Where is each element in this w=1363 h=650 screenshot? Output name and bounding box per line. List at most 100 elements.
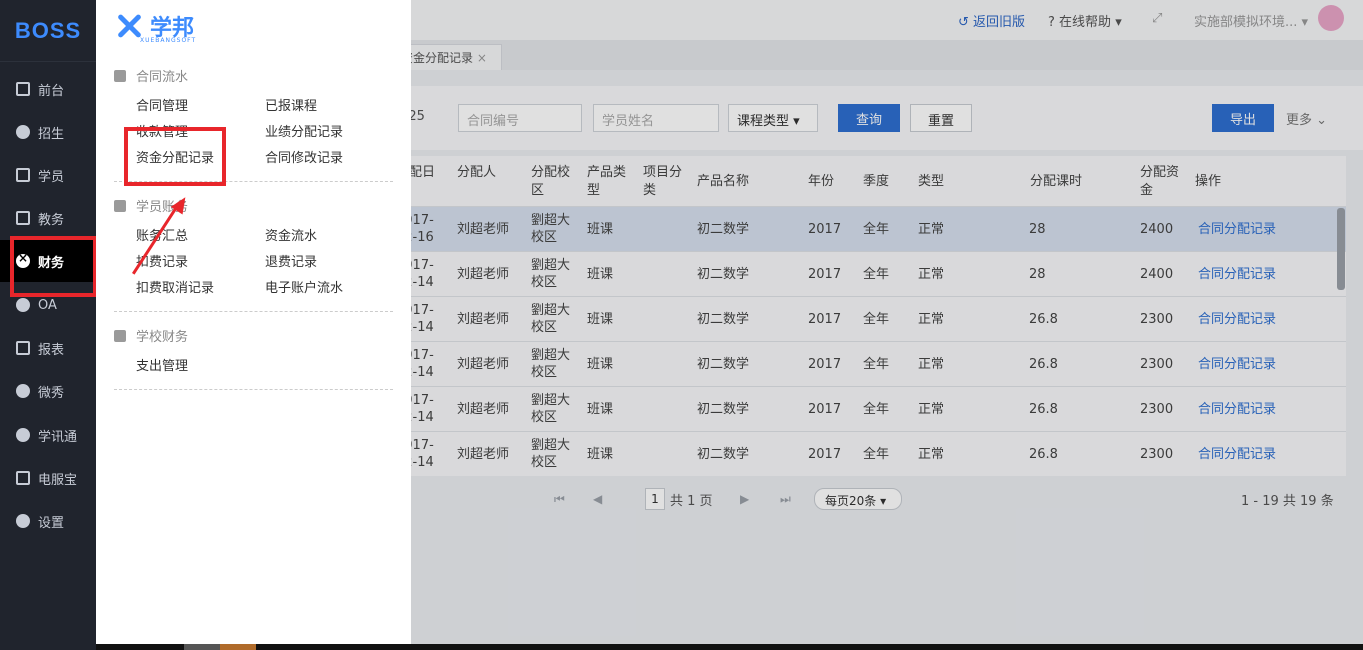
nav-label: OA bbox=[38, 297, 57, 313]
menu-refund-records[interactable]: 退费记录 bbox=[265, 251, 317, 270]
first-page-icon[interactable]: ⏮ bbox=[554, 492, 565, 507]
cell-ptype: 班课 bbox=[587, 222, 614, 237]
nav-item-weixiu[interactable]: 微秀 bbox=[0, 370, 96, 412]
person-icon bbox=[16, 125, 30, 139]
column-header: 分配课时 bbox=[1030, 174, 1083, 189]
section-title: 合同流水 bbox=[136, 70, 189, 85]
contract-allocation-link[interactable]: 合同分配记录 bbox=[1198, 266, 1276, 283]
cell-hours: 28 bbox=[1029, 222, 1046, 237]
cell-campus: 劉超大校区 bbox=[531, 393, 571, 425]
cell-year: 2017 bbox=[808, 402, 842, 417]
contract-allocation-link[interactable]: 合同分配记录 bbox=[1198, 356, 1276, 373]
nav-item-front[interactable]: 前台 bbox=[0, 68, 96, 110]
cell-person: 刘超老师 bbox=[457, 312, 510, 327]
column-header: 类型 bbox=[918, 174, 945, 189]
nav-item-dianfubao[interactable]: 电服宝 bbox=[0, 457, 96, 499]
nav-item-academic[interactable]: 教务 bbox=[0, 197, 96, 239]
export-button[interactable]: 导出 bbox=[1212, 104, 1274, 132]
column-header: 年份 bbox=[808, 174, 835, 189]
cell-person: 刘超老师 bbox=[457, 357, 510, 372]
gear-icon bbox=[16, 514, 30, 528]
prev-page-icon[interactable]: ◀ bbox=[593, 492, 602, 506]
contract-allocation-link[interactable]: 合同分配记录 bbox=[1198, 401, 1276, 418]
nav-label: 前台 bbox=[38, 83, 65, 99]
cell-hours: 26.8 bbox=[1029, 312, 1058, 327]
cell-ptype: 班课 bbox=[587, 312, 614, 327]
nav-label: 微秀 bbox=[38, 385, 65, 401]
nav-item-students[interactable]: 学员 bbox=[0, 154, 96, 196]
per-page-select[interactable]: 每页20条 ▾ bbox=[814, 488, 902, 510]
menu-e-account-flow[interactable]: 电子账户流水 bbox=[265, 277, 343, 296]
brand-subtitle: XUEBANGSOFT bbox=[140, 37, 197, 44]
next-page-icon[interactable]: ▶ bbox=[740, 492, 749, 506]
contract-no-input[interactable]: 合同编号 bbox=[458, 104, 582, 132]
cell-pname: 初二数学 bbox=[697, 402, 750, 417]
cell-campus: 劉超大校区 bbox=[531, 303, 571, 335]
phone-icon bbox=[16, 471, 30, 485]
tab-label: 资金分配记录 bbox=[401, 51, 474, 65]
cell-ptype: 班课 bbox=[587, 447, 614, 462]
student-name-input[interactable]: 学员姓名 bbox=[593, 104, 719, 132]
last-page-icon[interactable]: ⏭ bbox=[780, 492, 791, 507]
oa-icon bbox=[16, 298, 30, 312]
contract-allocation-link[interactable]: 合同分配记录 bbox=[1198, 221, 1276, 238]
menu-enrolled-courses[interactable]: 已报课程 bbox=[265, 95, 317, 114]
cell-pname: 初二数学 bbox=[697, 357, 750, 372]
cell-money: 2300 bbox=[1140, 447, 1174, 462]
nav-item-settings[interactable]: 设置 bbox=[0, 500, 96, 542]
highlight-box-fund-allocation bbox=[124, 127, 226, 186]
query-button[interactable]: 查询 bbox=[838, 104, 900, 132]
course-type-label: 课程类型 bbox=[737, 114, 790, 129]
column-header: 季度 bbox=[863, 174, 890, 189]
help-label: 在线帮助 bbox=[1059, 15, 1112, 30]
taskbar-item bbox=[184, 644, 220, 650]
nav-item-reports[interactable]: 报表 bbox=[0, 327, 96, 369]
cell-ptype: 班课 bbox=[587, 357, 614, 372]
grid-scrollbar[interactable] bbox=[1337, 208, 1345, 290]
cell-hours: 26.8 bbox=[1029, 357, 1058, 372]
cell-type: 正常 bbox=[918, 402, 945, 417]
more-menu[interactable]: 更多 ⌄ bbox=[1286, 109, 1327, 128]
cell-year: 2017 bbox=[808, 312, 842, 327]
column-header: 分配资金 bbox=[1140, 165, 1180, 198]
menu-performance-allocation[interactable]: 业绩分配记录 bbox=[265, 121, 343, 140]
close-icon[interactable]: × bbox=[477, 51, 487, 65]
avatar[interactable] bbox=[1318, 5, 1344, 31]
cell-person: 刘超老师 bbox=[457, 222, 510, 237]
course-type-select[interactable]: 课程类型 ▾ bbox=[728, 104, 818, 132]
yen-icon bbox=[114, 199, 126, 212]
cell-season: 全年 bbox=[863, 402, 890, 417]
cell-type: 正常 bbox=[918, 447, 945, 462]
cell-year: 2017 bbox=[808, 447, 842, 462]
nav-label: 教务 bbox=[38, 212, 65, 228]
menu-contract-management[interactable]: 合同管理 bbox=[136, 95, 188, 114]
page-number-input[interactable]: 1 bbox=[645, 488, 665, 510]
menu-fund-flow[interactable]: 资金流水 bbox=[265, 225, 317, 244]
cell-year: 2017 bbox=[808, 222, 842, 237]
nav-item-xuexuntong[interactable]: 学讯通 bbox=[0, 414, 96, 456]
pager-summary: 1 - 19 共 19 条 bbox=[1241, 494, 1334, 509]
contract-allocation-link[interactable]: 合同分配记录 bbox=[1198, 446, 1276, 463]
per-page-label: 每页20条 bbox=[825, 494, 877, 508]
total-pages: 共 1 页 bbox=[670, 494, 713, 509]
cell-ptype: 班课 bbox=[587, 267, 614, 282]
menu-contract-modification[interactable]: 合同修改记录 bbox=[265, 147, 343, 166]
back-old-version-link[interactable]: ↺ 返回旧版 bbox=[958, 11, 1025, 30]
menu-expense-management[interactable]: 支出管理 bbox=[136, 355, 188, 374]
nav-item-enroll[interactable]: 招生 bbox=[0, 111, 96, 153]
online-help-menu[interactable]: ? 在线帮助 ▾ bbox=[1048, 11, 1122, 30]
fullscreen-icon[interactable]: ⤢ bbox=[1152, 11, 1162, 26]
cell-hours: 26.8 bbox=[1029, 402, 1058, 417]
nav-label: 学员 bbox=[38, 169, 65, 185]
contract-allocation-link[interactable]: 合同分配记录 bbox=[1198, 311, 1276, 328]
cell-campus: 劉超大校区 bbox=[531, 438, 571, 470]
show-icon bbox=[16, 384, 30, 398]
cell-pname: 初二数学 bbox=[697, 447, 750, 462]
menu-deduction-cancel-records[interactable]: 扣费取消记录 bbox=[136, 277, 214, 296]
cell-person: 刘超老师 bbox=[457, 402, 510, 417]
column-header: 产品类型 bbox=[587, 165, 627, 198]
reset-button[interactable]: 重置 bbox=[910, 104, 972, 132]
cell-season: 全年 bbox=[863, 267, 890, 282]
env-selector[interactable]: 实施部模拟环境... ▾ bbox=[1194, 11, 1308, 30]
cell-campus: 劉超大校区 bbox=[531, 348, 571, 380]
